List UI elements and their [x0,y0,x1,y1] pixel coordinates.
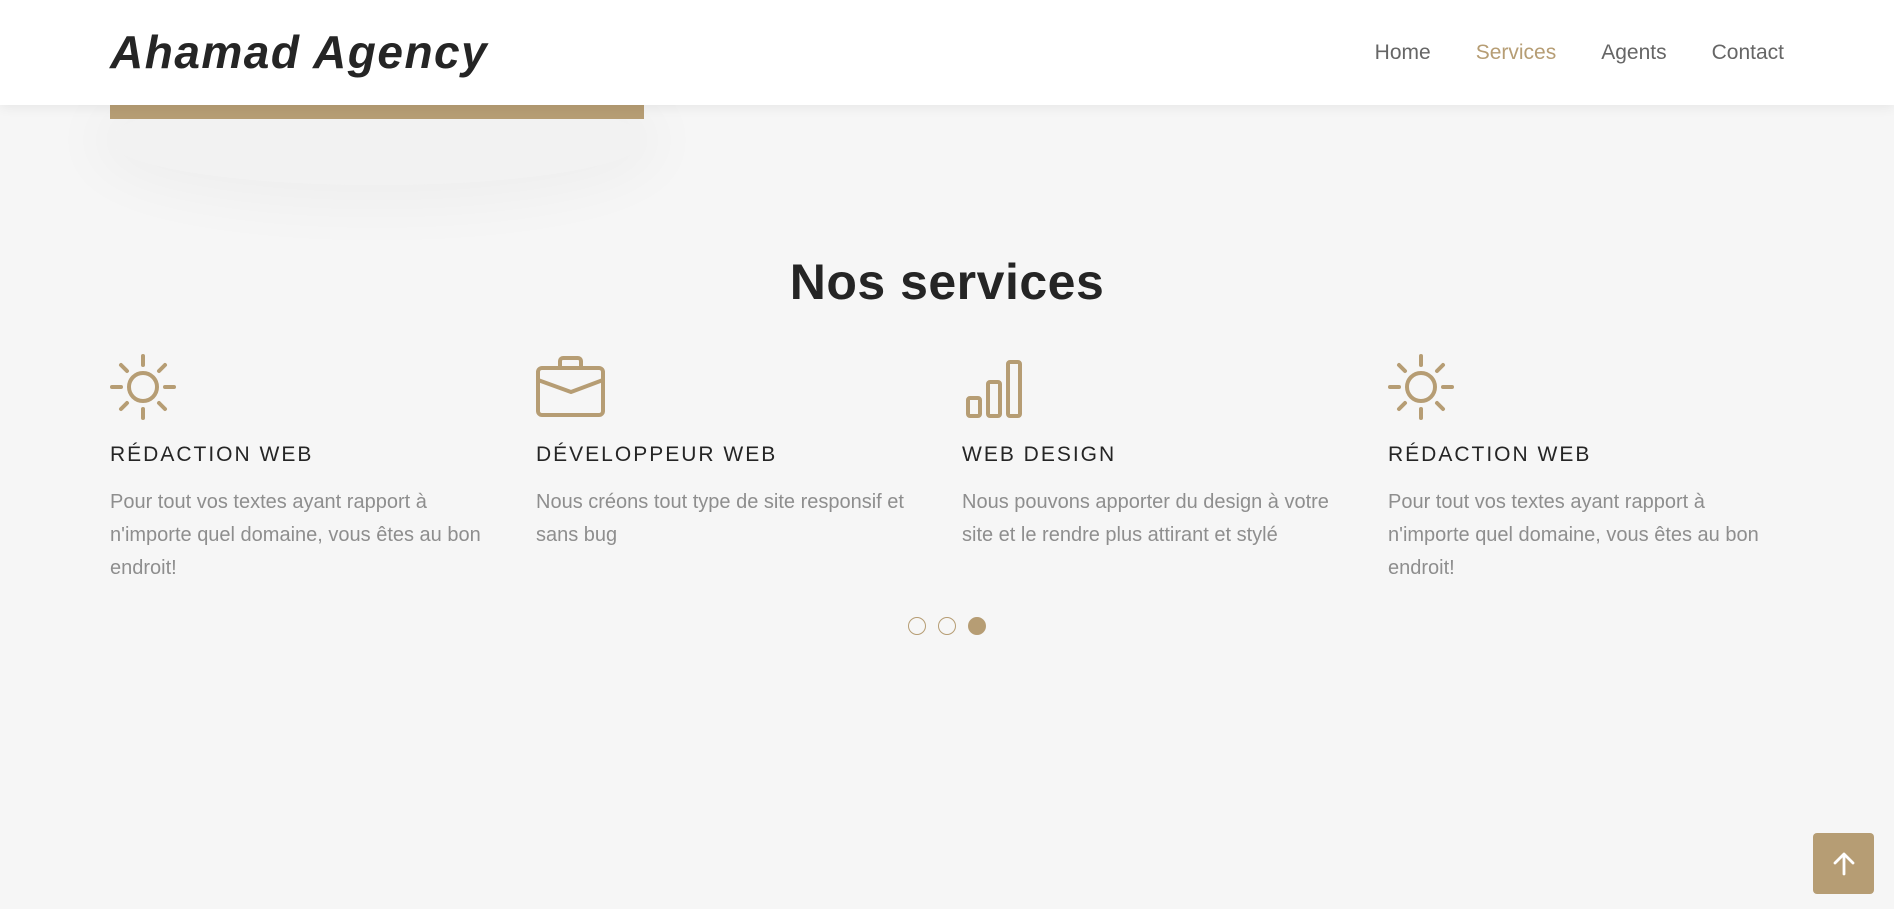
service-card: WEB DESIGN Nous pouvons apporter du desi… [962,352,1362,552]
nav-services[interactable]: Services [1476,38,1557,68]
service-description: Pour tout vos textes ayant rapport à n'i… [110,491,481,579]
carousel-dot-1[interactable] [908,617,926,635]
section-title: Nos services [789,254,1105,310]
brand-logo[interactable]: Ahamad Agency [110,24,488,80]
sun-icon [1388,354,1454,420]
service-title: WEB DESIGN [962,443,1117,466]
service-description: Nous pouvons apporter du design à votre … [962,491,1329,546]
service-title: RÉDACTION WEB [1388,443,1592,466]
bar-chart-icon [966,360,1022,418]
nav-agents[interactable]: Agents [1601,38,1666,68]
carousel-dot-3[interactable] [968,617,986,635]
service-title: DÉVELOPPEUR WEB [536,443,778,466]
service-description: Nous créons tout type de site responsif … [536,491,904,546]
service-card: DÉVELOPPEUR WEB Nous créons tout type de… [536,352,936,552]
navbar: Ahamad Agency Home Services Agents Conta… [0,0,1894,105]
carousel-pagination [908,617,986,635]
carousel-dot-2[interactable] [938,617,956,635]
service-description: Pour tout vos textes ayant rapport à n'i… [1388,491,1759,579]
back-to-top-button[interactable] [1813,833,1874,894]
sun-icon [110,354,176,420]
service-title: RÉDACTION WEB [110,443,314,466]
nav-contact[interactable]: Contact [1712,38,1784,68]
briefcase-icon [536,356,605,417]
arrow-up-icon [1833,852,1854,875]
nav-home[interactable]: Home [1375,38,1431,68]
service-card: RÉDACTION WEB Pour tout vos textes ayant… [1388,352,1788,585]
service-card: RÉDACTION WEB Pour tout vos textes ayant… [110,352,510,585]
main-nav: Home Services Agents Contact [1375,38,1784,68]
